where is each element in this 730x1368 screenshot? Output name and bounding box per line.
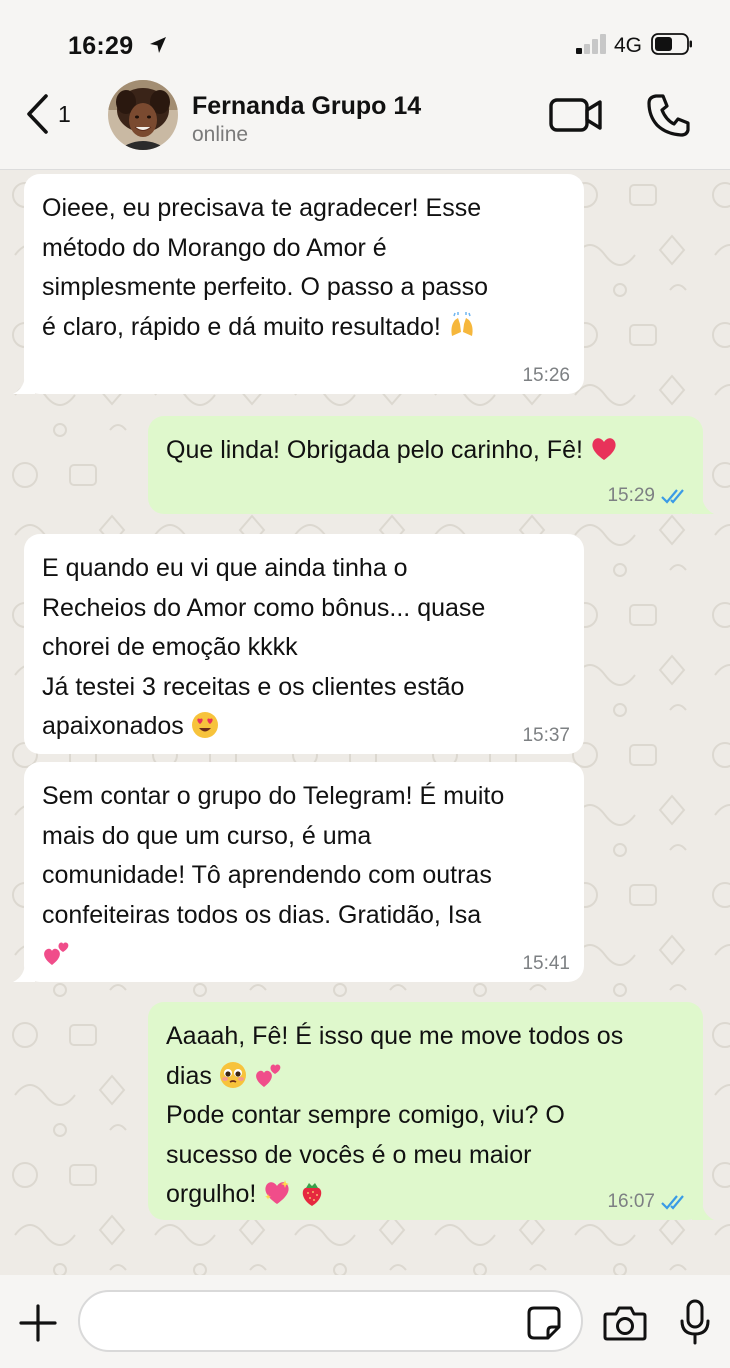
message-incoming[interactable]: E quando eu vi que ainda tinha o Recheio… bbox=[24, 534, 584, 754]
location-arrow-icon bbox=[150, 37, 166, 53]
read-receipt-icon bbox=[661, 489, 684, 504]
red-heart-emoji bbox=[592, 438, 616, 460]
message-incoming[interactable]: Oieee, eu precisava te agradecer! Esse m… bbox=[13, 174, 584, 394]
avatar-photo bbox=[108, 80, 178, 150]
message-meta: 16:07 bbox=[607, 1192, 689, 1212]
message-text: E quando eu vi que ainda tinha o Recheio… bbox=[42, 554, 486, 740]
message-input[interactable] bbox=[78, 1290, 583, 1352]
message-text: Que linda! Obrigada pelo carinho, Fê! bbox=[166, 436, 590, 464]
bubble-tail bbox=[13, 374, 35, 394]
message-time: 16:07 bbox=[607, 1191, 655, 1212]
plus-icon[interactable] bbox=[18, 1303, 58, 1343]
two-hearts-emoji bbox=[44, 942, 69, 965]
bubble-tail bbox=[692, 494, 714, 514]
back-chevron-icon bbox=[27, 94, 48, 134]
message-outgoing[interactable]: Aaaah, Fê! É isso que me move todos os d… bbox=[148, 1002, 714, 1220]
chat-area[interactable]: Oieee, eu precisava te agradecer! Esse m… bbox=[0, 170, 730, 1275]
contact-avatar[interactable] bbox=[108, 80, 178, 150]
message-time: 15:37 bbox=[522, 725, 570, 746]
pleading-face-emoji bbox=[219, 1061, 246, 1088]
contact-status: online bbox=[192, 123, 249, 146]
message-text-continued: Pode contar sempre comigo, viu? O sucess… bbox=[166, 1101, 565, 1208]
chat-header: 1 Fernanda Grupo 14 online bbox=[0, 80, 730, 170]
sparkling-heart-emoji bbox=[265, 1180, 290, 1204]
status-time: 16:29 bbox=[68, 32, 134, 60]
message-incoming[interactable]: Sem contar o grupo do Telegram! É muito … bbox=[13, 762, 584, 982]
message-meta: 15:29 bbox=[607, 486, 689, 506]
bubble-tail bbox=[13, 962, 35, 982]
message-text: Sem contar o grupo do Telegram! É muito … bbox=[42, 782, 505, 929]
message-text: Oieee, eu precisava te agradecer! Esse m… bbox=[42, 194, 489, 341]
read-receipt-icon bbox=[661, 1195, 684, 1210]
phone-icon[interactable] bbox=[646, 92, 692, 138]
unread-count: 1 bbox=[58, 100, 71, 127]
message-time: 15:29 bbox=[607, 485, 655, 506]
message-time: 15:41 bbox=[522, 953, 570, 974]
message-meta: 15:37 bbox=[522, 726, 570, 746]
battery-icon bbox=[651, 33, 692, 55]
raising-hands-emoji bbox=[451, 311, 473, 336]
strawberry-emoji bbox=[303, 1183, 322, 1206]
message-meta: 15:26 bbox=[522, 366, 570, 386]
camera-icon[interactable] bbox=[603, 1305, 647, 1341]
message-meta: 15:41 bbox=[522, 954, 570, 974]
signal-icon bbox=[576, 34, 610, 54]
video-call-icon[interactable] bbox=[549, 95, 603, 135]
sticker-icon[interactable] bbox=[526, 1305, 562, 1341]
microphone-icon[interactable] bbox=[677, 1299, 713, 1345]
status-bar: 16:29 4G bbox=[0, 0, 730, 80]
heart-eyes-emoji bbox=[191, 712, 218, 738]
bubble-tail bbox=[692, 1200, 714, 1220]
back-button[interactable]: 1 bbox=[24, 92, 84, 136]
two-hearts-emoji bbox=[255, 1064, 281, 1087]
contact-name[interactable]: Fernanda Grupo 14 bbox=[192, 92, 421, 121]
network-type: 4G bbox=[614, 34, 643, 57]
message-composer bbox=[0, 1275, 730, 1368]
message-outgoing[interactable]: Que linda! Obrigada pelo carinho, Fê! 15… bbox=[148, 416, 714, 514]
message-time: 15:26 bbox=[522, 365, 570, 386]
